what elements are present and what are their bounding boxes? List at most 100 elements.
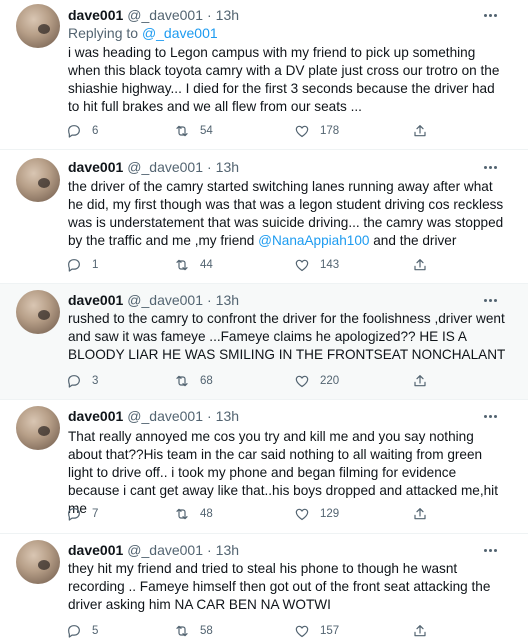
like-count: 129 — [320, 508, 340, 520]
author-handle[interactable]: @_dave001 — [127, 7, 203, 23]
retweet-icon — [176, 625, 188, 637]
reply-icon — [68, 375, 80, 388]
retweet-count: 44 — [200, 259, 213, 271]
replying-to: Replying to @_dave001 — [68, 25, 218, 41]
separator: · — [207, 7, 212, 23]
reply-count: 5 — [92, 625, 99, 637]
more-icon[interactable] — [482, 7, 498, 23]
tweet-text: i was heading to Legon campus with my fr… — [68, 45, 500, 114]
retweet-button[interactable]: 44 — [174, 256, 213, 274]
like-button[interactable]: 143 — [294, 256, 339, 274]
tweet-header: dave001 @_dave001 · 13h — [68, 541, 239, 559]
tweet[interactable]: dave001 @_dave001 · 13h the driver of th… — [0, 150, 528, 284]
reply-icon — [68, 259, 80, 272]
reply-count: 3 — [92, 375, 99, 387]
tweet[interactable]: dave001 @_dave001 · 13h That really anno… — [0, 400, 528, 534]
timestamp[interactable]: 13h — [216, 292, 239, 308]
author-handle[interactable]: @_dave001 — [127, 542, 203, 558]
reply-count: 1 — [92, 259, 99, 271]
more-icon[interactable] — [482, 159, 498, 175]
timestamp[interactable]: 13h — [216, 7, 239, 23]
more-icon[interactable] — [482, 408, 498, 424]
author-handle[interactable]: @_dave001 — [127, 292, 203, 308]
tweet[interactable]: dave001 @_dave001 · 13h Replying to @_da… — [0, 0, 528, 150]
author-name[interactable]: dave001 — [68, 159, 123, 175]
like-button[interactable]: 220 — [294, 372, 339, 390]
separator: · — [207, 292, 212, 308]
avatar[interactable] — [16, 158, 60, 202]
author-name[interactable]: dave001 — [68, 7, 123, 23]
timestamp[interactable]: 13h — [216, 159, 239, 175]
retweet-icon — [176, 375, 188, 387]
retweet-button[interactable]: 54 — [174, 122, 213, 140]
tweet-header: dave001 @_dave001 · 13h — [68, 6, 239, 24]
like-count: 143 — [320, 259, 340, 271]
tweet-text: the driver of the camry started switchin… — [68, 178, 508, 250]
mention-link[interactable]: @NanaAppiah100 — [258, 233, 369, 248]
like-icon — [295, 375, 309, 388]
author-name[interactable]: dave001 — [68, 542, 123, 558]
share-button[interactable] — [412, 505, 428, 523]
author-name[interactable]: dave001 — [68, 292, 123, 308]
retweet-count: 68 — [200, 375, 213, 387]
retweet-button[interactable]: 68 — [174, 372, 213, 390]
share-button[interactable] — [412, 256, 428, 274]
like-icon — [295, 125, 309, 138]
reply-button[interactable]: 3 — [66, 372, 98, 390]
share-icon — [414, 508, 426, 520]
retweet-icon — [176, 259, 188, 271]
tweet-actions: 3 68 220 — [66, 372, 446, 390]
timestamp[interactable]: 13h — [216, 408, 239, 424]
retweet-button[interactable]: 58 — [174, 622, 213, 640]
share-button[interactable] — [412, 622, 428, 640]
like-count: 157 — [320, 625, 340, 637]
author-handle[interactable]: @_dave001 — [127, 408, 203, 424]
share-button[interactable] — [412, 372, 428, 390]
share-icon — [414, 375, 426, 387]
retweet-count: 48 — [200, 508, 213, 520]
share-icon — [414, 125, 426, 137]
retweet-button[interactable]: 48 — [174, 505, 213, 523]
retweet-count: 54 — [200, 125, 213, 137]
reply-count: 6 — [92, 125, 99, 137]
avatar[interactable] — [16, 290, 60, 334]
like-button[interactable]: 178 — [294, 122, 339, 140]
tweet-text: rushed to the camry to confront the driv… — [68, 311, 506, 362]
separator: · — [207, 408, 212, 424]
reply-button[interactable]: 7 — [66, 505, 98, 523]
like-count: 178 — [320, 125, 340, 137]
like-icon — [295, 508, 309, 521]
share-button[interactable] — [412, 122, 428, 140]
reply-icon — [68, 508, 80, 521]
replying-to-label: Replying to — [68, 25, 139, 41]
share-icon — [414, 259, 426, 271]
like-icon — [295, 259, 309, 272]
timestamp[interactable]: 13h — [216, 542, 239, 558]
more-icon[interactable] — [482, 292, 498, 308]
avatar[interactable] — [16, 4, 60, 48]
tweet-actions: 7 48 129 — [66, 505, 446, 523]
reply-icon — [68, 125, 80, 138]
more-icon[interactable] — [482, 542, 498, 558]
reply-button[interactable]: 5 — [66, 622, 98, 640]
retweet-icon — [176, 508, 188, 520]
like-button[interactable]: 157 — [294, 622, 339, 640]
avatar[interactable] — [16, 406, 60, 450]
retweet-icon — [176, 125, 188, 137]
author-handle[interactable]: @_dave001 — [127, 159, 203, 175]
avatar[interactable] — [16, 540, 60, 584]
replying-to-handle[interactable]: @_dave001 — [142, 25, 218, 41]
author-name[interactable]: dave001 — [68, 408, 123, 424]
tweet[interactable]: dave001 @_dave001 · 13h they hit my frie… — [0, 534, 528, 643]
reply-icon — [68, 625, 80, 638]
separator: · — [207, 159, 212, 175]
tweet-header: dave001 @_dave001 · 13h — [68, 158, 239, 176]
tweet-header: dave001 @_dave001 · 13h — [68, 291, 239, 309]
reply-button[interactable]: 6 — [66, 122, 98, 140]
reply-count: 7 — [92, 508, 99, 520]
tweet-thread: dave001 @_dave001 · 13h Replying to @_da… — [0, 0, 528, 643]
like-icon — [295, 625, 309, 638]
like-button[interactable]: 129 — [294, 505, 339, 523]
reply-button[interactable]: 1 — [66, 256, 98, 274]
tweet[interactable]: dave001 @_dave001 · 13h rushed to the ca… — [0, 284, 528, 400]
